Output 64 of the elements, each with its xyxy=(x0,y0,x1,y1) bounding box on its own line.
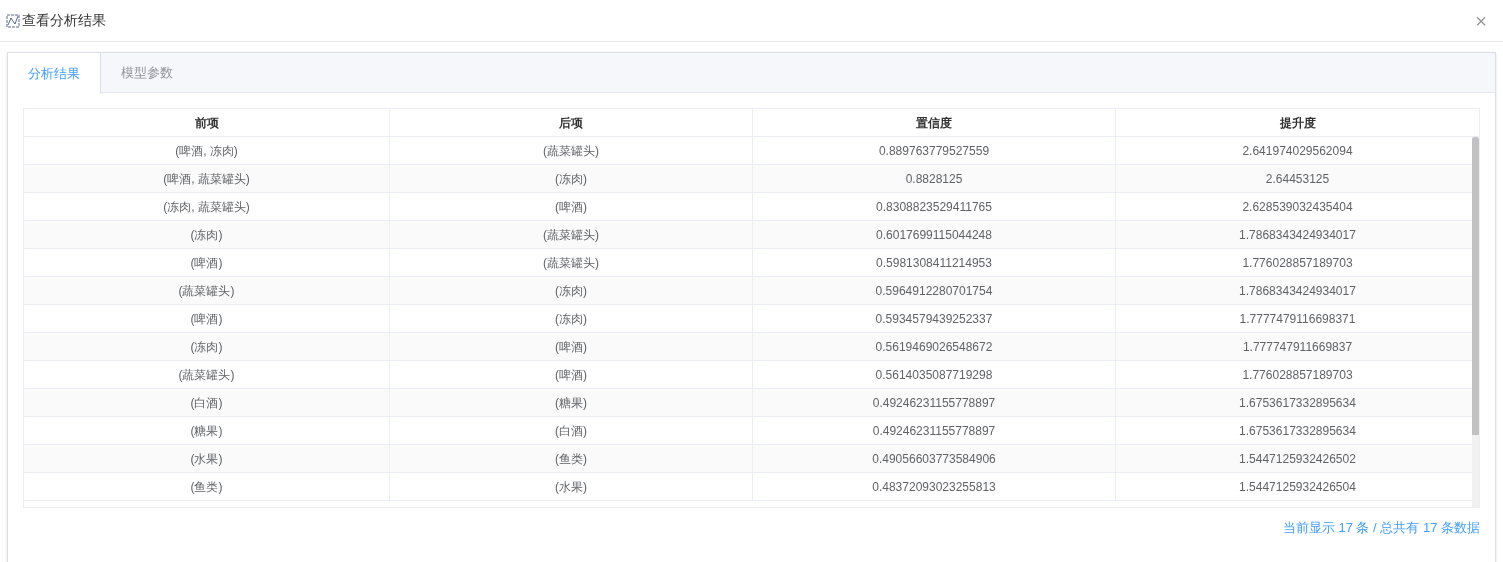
table-cell: (水果) xyxy=(24,445,390,472)
table-cell: (白酒) xyxy=(390,417,753,444)
table-cell: 0.5934579439252337 xyxy=(753,305,1116,332)
table-cell: 0.5981308411214953 xyxy=(753,249,1116,276)
table-cell: (白酒) xyxy=(24,389,390,416)
column-header: 提升度 xyxy=(1278,114,1317,132)
table-cell: (蔬菜罐头) xyxy=(24,361,390,388)
close-button[interactable]: × xyxy=(1475,10,1487,31)
window-title: 查看分析结果 xyxy=(22,11,106,30)
table-cell: (冻肉) xyxy=(390,165,753,192)
table-cell-text: 1.6753617332895634 xyxy=(1238,422,1357,440)
table-cell: (蔬菜罐头) xyxy=(24,277,390,304)
column-header: 后项 xyxy=(390,109,753,136)
table-cell: (蔬菜罐头) xyxy=(390,137,753,164)
table-cell-text: 1.7868343424934017 xyxy=(1238,226,1357,244)
table-cell: (啤酒) xyxy=(24,249,390,276)
table-cell-text: 1.6753617332895634 xyxy=(1238,394,1357,412)
table-cell: (冻肉) xyxy=(24,333,390,360)
scrollbar-thumb[interactable] xyxy=(1472,137,1479,435)
table-cell: (糖果) xyxy=(24,417,390,444)
table-cell: (冻肉) xyxy=(24,221,390,248)
table-cell: (啤酒) xyxy=(390,193,753,220)
table-cell-text: 1.776028857189703 xyxy=(1241,254,1354,272)
chart-icon xyxy=(6,13,20,28)
table-cell-text: 2.628539032435404 xyxy=(1241,198,1354,216)
table-cell: (鱼类) xyxy=(24,473,390,500)
table-cell: (糖果) xyxy=(390,389,753,416)
table-cell: (冻肉) xyxy=(390,277,753,304)
table-cell: 0.48372093023255813 xyxy=(753,473,1116,500)
tab[interactable]: 模型参数 xyxy=(101,53,193,93)
scrollbar[interactable] xyxy=(1472,137,1479,507)
table-cell: (啤酒) xyxy=(24,305,390,332)
table-cell: 0.49246231155778897 xyxy=(753,417,1116,444)
table-cell-text: 2.64453125 xyxy=(1264,170,1331,188)
table-cell: 0.889763779527559 xyxy=(753,137,1116,164)
table-cell-text: 2.641974029562094 xyxy=(1241,142,1354,160)
table-cell: (蔬菜罐头) xyxy=(390,221,753,248)
table-cell-text: 1.7777479116698371 xyxy=(1238,310,1357,328)
table-cell: (冻肉, 蔬菜罐头) xyxy=(24,193,390,220)
table-cell: 0.8828125 xyxy=(753,165,1116,192)
tab[interactable]: 分析结果 xyxy=(8,53,101,94)
column-header: 置信度 xyxy=(753,109,1116,136)
table-cell: (冻肉) xyxy=(390,305,753,332)
table-cell: (鱼类) xyxy=(390,445,753,472)
table-cell: (水果) xyxy=(390,473,753,500)
table-cell: 0.49056603773584906 xyxy=(753,445,1116,472)
table-cell: (蔬菜罐头) xyxy=(390,249,753,276)
table-cell-text: 1.7868343424934017 xyxy=(1238,282,1357,300)
column-header: 前项 xyxy=(24,109,390,136)
table-cell-text: 1.5447125932426502 xyxy=(1238,450,1357,468)
table-cell-text: 1.5447125932426504 xyxy=(1238,478,1357,496)
table-cell: (啤酒, 冻肉) xyxy=(24,137,390,164)
table-cell: 0.5619469026548672 xyxy=(753,333,1116,360)
table-cell: 0.8308823529411765 xyxy=(753,193,1116,220)
table-cell: 0.5614035087719298 xyxy=(753,361,1116,388)
table-cell: (啤酒) xyxy=(390,333,753,360)
table-cell-text: 1.777747911669837 xyxy=(1241,338,1354,356)
table-cell-text: 1.776028857189703 xyxy=(1241,366,1354,384)
table-cell: (啤酒) xyxy=(390,361,753,388)
table-cell: 0.6017699115044248 xyxy=(753,221,1116,248)
table-cell: (啤酒, 蔬菜罐头) xyxy=(24,165,390,192)
table-cell: 0.5964912280701754 xyxy=(753,277,1116,304)
record-count: 当前显示 17 条 / 总共有 17 条数据 xyxy=(1282,519,1480,537)
table-cell: 0.49246231155778897 xyxy=(753,389,1116,416)
